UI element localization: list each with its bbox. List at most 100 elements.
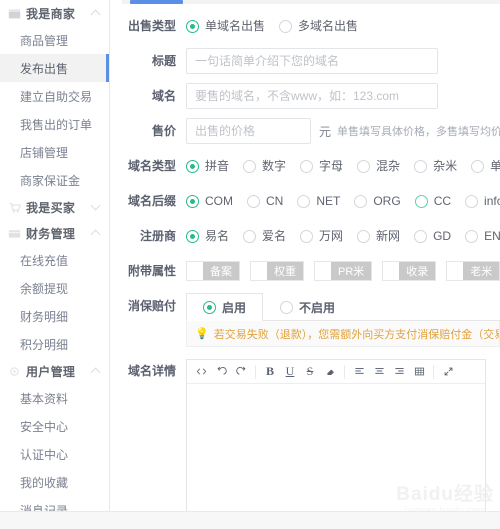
radio-domain-type-word[interactable]: 单词 (471, 159, 500, 173)
radio-domain-type-pinyin[interactable]: 拼音 (186, 159, 229, 173)
attribute-chip-shoulu[interactable]: 收录 (382, 261, 437, 281)
radio-suffix-info[interactable]: info (465, 194, 500, 208)
strikethrough-icon[interactable]: S (300, 362, 320, 382)
radio-label: NET (316, 193, 341, 208)
field-attributes: 附带属性 备案 权重 PR米 收录 老米 (122, 258, 500, 284)
radio-dot-icon (414, 194, 428, 208)
tab-disable-guarantee[interactable]: 不启用 (263, 293, 352, 321)
radio-label: 新网 (376, 228, 401, 243)
field-sale-type: 出售类型 单域名出售 多域名出售 (122, 13, 500, 39)
radio-dot-icon (243, 229, 257, 243)
sidebar-item-finance-detail[interactable]: 财务明细 (0, 302, 109, 330)
sidebar-group-header-finance[interactable]: 财务管理 (0, 220, 109, 246)
radio-dot-icon (300, 159, 314, 173)
radio-registrar-enom[interactable]: ENOM (465, 229, 500, 243)
attribute-checkbox[interactable] (447, 262, 464, 280)
radio-domain-type-number[interactable]: 数字 (243, 158, 287, 173)
attribute-checkbox[interactable] (383, 262, 400, 280)
radio-dot-icon (414, 159, 428, 173)
redo-icon[interactable] (231, 362, 251, 382)
attribute-checkbox[interactable] (187, 262, 203, 280)
sidebar-item-self-trade[interactable]: 建立自助交易 (0, 82, 109, 110)
chevron-up-icon (91, 366, 101, 376)
tab-enable-guarantee[interactable]: 启用 (186, 293, 264, 321)
radio-suffix-com[interactable]: COM (186, 194, 233, 208)
field-domain-suffix: 域名后缀 COM CN NET ORG CC inf (122, 188, 500, 214)
attribute-chip-laomi[interactable]: 老米 (446, 261, 500, 281)
sidebar-item-shop-manage[interactable]: 店铺管理 (0, 138, 109, 166)
consumer-guarantee-tabs-wrap: 启用 不启用 💡 若交易失败（退款），您需额外向买方支付消保赔付金（交易额的5~… (186, 293, 500, 347)
sidebar-item-security-center[interactable]: 安全中心 (0, 412, 109, 440)
sidebar-item-publish-sale[interactable]: 发布出售 (0, 54, 109, 82)
source-code-icon[interactable] (191, 362, 211, 382)
radio-dot-icon (297, 194, 311, 208)
radio-registrar-xinnet[interactable]: 新网 (357, 228, 401, 243)
sidebar-item-online-recharge[interactable]: 在线充值 (0, 246, 109, 274)
radio-domain-type-letter[interactable]: 字母 (300, 159, 343, 173)
field-domain: 域名 (122, 83, 500, 109)
sidebar-item-label: 我的收藏 (20, 475, 69, 490)
attribute-chip-beian[interactable]: 备案 (186, 261, 240, 281)
price-input[interactable] (186, 118, 311, 144)
radio-group-sale-type: 单域名出售 多域名出售 (186, 13, 500, 39)
radio-suffix-cc[interactable]: CC (414, 193, 452, 208)
field-label-domain-type: 域名类型 (127, 159, 176, 173)
radio-label: 万网 (319, 228, 344, 243)
radio-domain-type-zami[interactable]: 杂米 (414, 159, 457, 173)
sidebar-item-points-detail[interactable]: 积分明细 (0, 330, 109, 358)
align-center-icon[interactable] (369, 362, 389, 382)
field-label-registrar: 注册商 (139, 229, 176, 243)
sidebar-group-header-user[interactable]: 用户管理 (0, 358, 109, 384)
radio-dot-icon (279, 19, 293, 33)
radio-sale-type-single[interactable]: 单域名出售 (186, 19, 265, 33)
editor-content-area[interactable] (187, 384, 485, 511)
sidebar-group-header-merchant[interactable]: 我是商家 (0, 0, 109, 26)
radio-suffix-cn[interactable]: CN (247, 194, 283, 208)
attribute-label: 老米 (463, 262, 500, 280)
price-unit-label: 元 (319, 124, 332, 139)
radio-dot-icon (471, 159, 485, 173)
domain-input[interactable] (186, 83, 438, 109)
radio-registrar-wanwang[interactable]: 万网 (300, 228, 344, 243)
radio-registrar-gd[interactable]: GD (414, 229, 451, 243)
table-icon[interactable] (409, 362, 429, 382)
radio-dot-icon (280, 301, 294, 314)
bold-icon[interactable]: B (260, 362, 280, 382)
align-right-icon[interactable] (389, 362, 409, 382)
attribute-checkbox[interactable] (251, 262, 267, 280)
sidebar-item-merchant-deposit[interactable]: 商家保证金 (0, 166, 109, 194)
radio-label: 混杂 (376, 158, 401, 173)
undo-icon[interactable] (211, 362, 231, 382)
fullscreen-icon[interactable] (438, 362, 458, 382)
radio-label: 数字 (262, 158, 287, 173)
align-left-icon[interactable] (349, 362, 369, 382)
radio-suffix-net[interactable]: NET (297, 193, 341, 208)
field-title: 标题 (122, 48, 500, 74)
attribute-chip-prmi[interactable]: PR米 (314, 261, 373, 281)
sidebar-group-header-buyer[interactable]: 我是买家 (0, 194, 109, 220)
radio-label: ORG (373, 193, 401, 208)
sidebar-item-message-log[interactable]: 消息记录 (0, 496, 109, 512)
attribute-checkbox[interactable] (315, 262, 331, 280)
sidebar-item-balance-withdraw[interactable]: 余额提现 (0, 274, 109, 302)
sidebar-item-auth-center[interactable]: 认证中心 (0, 440, 109, 468)
sidebar-item-sold-orders[interactable]: 我售出的订单 (0, 110, 109, 138)
field-label-title: 标题 (151, 54, 176, 68)
sidebar-item-basic-profile[interactable]: 基本资料 (0, 384, 109, 412)
radio-domain-type-mixed[interactable]: 混杂 (357, 158, 401, 173)
sidebar-item-my-favorites[interactable]: 我的收藏 (0, 468, 109, 496)
attribute-chip-quanzhong[interactable]: 权重 (250, 261, 304, 281)
page-loading-bar (122, 0, 500, 4)
sidebar-item-product-manage[interactable]: 商品管理 (0, 26, 109, 54)
radio-group-registrar: 易名 爱名 万网 新网 GD EN (186, 223, 500, 249)
underline-icon[interactable]: U (280, 362, 300, 382)
store-icon (8, 7, 21, 20)
radio-label: CC (433, 193, 452, 208)
radio-suffix-org[interactable]: ORG (354, 193, 401, 208)
radio-registrar-aiming[interactable]: 爱名 (243, 229, 286, 243)
eraser-icon[interactable] (320, 362, 340, 382)
radio-registrar-yiming[interactable]: 易名 (186, 229, 229, 243)
radio-sale-type-multi[interactable]: 多域名出售 (279, 19, 358, 33)
title-input[interactable] (186, 48, 438, 74)
attribute-label: 收录 (399, 262, 436, 280)
